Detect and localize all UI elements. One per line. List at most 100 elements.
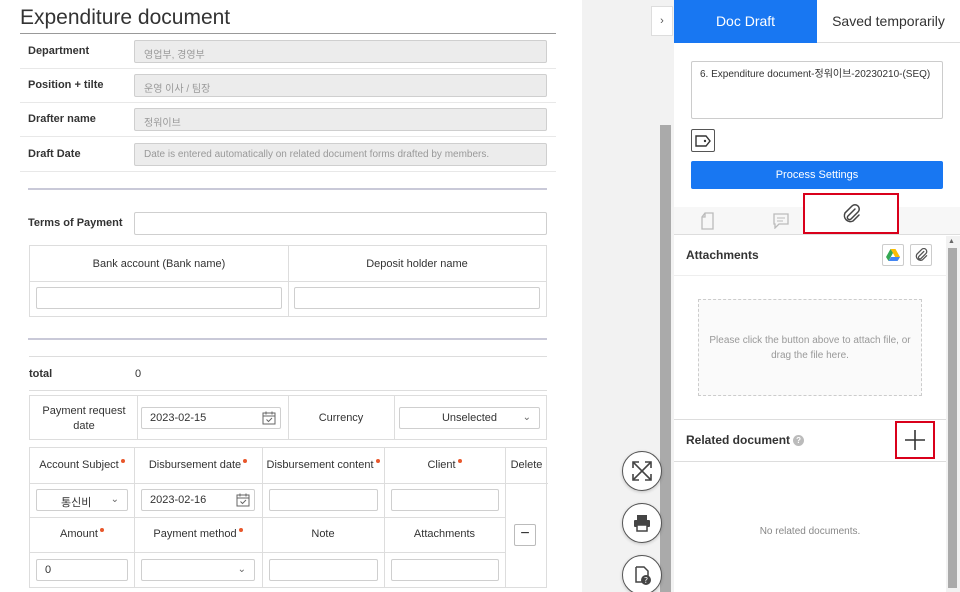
position-label: Position + tilte	[28, 79, 104, 91]
account-subject-header: Account Subject	[30, 448, 134, 483]
client-input[interactable]	[391, 489, 499, 511]
payment-request-date-input[interactable]: 2023-02-15	[141, 407, 281, 429]
total-top-line	[29, 356, 547, 357]
expand-button[interactable]	[622, 451, 662, 491]
payment-request-label: Payment request date	[42, 405, 126, 432]
disbursement-date-input[interactable]: 2023-02-16	[141, 489, 255, 511]
delete-row-button[interactable]: −	[514, 524, 536, 546]
calendar-icon[interactable]	[236, 493, 250, 507]
process-settings-button[interactable]: Process Settings	[691, 161, 943, 189]
attachments-header: Attachments	[413, 528, 476, 540]
title-divider	[20, 33, 556, 34]
cell-divider	[288, 396, 289, 439]
tab-saved-temporarily[interactable]: Saved temporarily	[817, 0, 960, 43]
deposit-holder-input[interactable]	[294, 287, 540, 309]
collapse-panel-button[interactable]: ›	[651, 6, 673, 36]
required-dot	[375, 459, 380, 463]
account-subject-select[interactable]: 통신비 ⌄	[36, 489, 128, 511]
section-divider-2	[28, 338, 547, 340]
document-title: Expenditure document	[20, 6, 231, 29]
required-dot	[243, 459, 248, 463]
google-drive-icon	[886, 249, 900, 261]
file-drop-zone[interactable]: Please click the button above to attach …	[698, 299, 922, 396]
payment-request-date-value: 2023-02-15	[150, 412, 207, 424]
disbursement-date-value: 2023-02-16	[150, 494, 207, 506]
bank-account-input[interactable]	[36, 287, 282, 309]
calendar-icon[interactable]	[262, 411, 276, 425]
bank-table: Bank account (Bank name) Deposit holder …	[29, 245, 547, 317]
note-input[interactable]	[269, 559, 378, 581]
deposit-holder-header: Deposit holder name	[288, 246, 546, 282]
disbursement-content-header: Disbursement content	[262, 448, 384, 483]
tag-icon	[695, 134, 711, 147]
row-line	[30, 483, 548, 484]
department-label: Department	[28, 45, 90, 57]
print-button[interactable]	[622, 503, 662, 543]
payment-method-select[interactable]: ⌄	[141, 559, 255, 581]
doc-help-icon: ?	[635, 566, 651, 585]
payment-method-header: Payment method	[134, 517, 262, 552]
drafter-field: 정워이브	[134, 108, 547, 131]
svg-text:?: ?	[644, 576, 648, 585]
drafter-label: Drafter name	[28, 113, 96, 125]
amount-header: Amount	[30, 517, 134, 552]
help-icon[interactable]: ?	[793, 435, 805, 447]
attachments-input[interactable]	[391, 559, 499, 581]
scroll-up-arrow[interactable]: ▲	[948, 238, 955, 245]
disbursement-content-input[interactable]	[269, 489, 378, 511]
drafter-row: Drafter name 정워이브	[20, 103, 556, 137]
required-dot	[120, 459, 125, 463]
tab-doc-draft[interactable]: Doc Draft	[674, 0, 817, 43]
plus-icon	[905, 430, 925, 450]
department-field: 영업부, 경영부	[134, 40, 547, 63]
attachments-divider	[674, 275, 946, 276]
terms-input[interactable]	[134, 212, 547, 235]
document-name-field[interactable]: 6. Expenditure document-정워이브-20230210-(S…	[691, 61, 943, 119]
account-subject-value: 통신비	[61, 497, 92, 509]
comment-icon	[773, 213, 789, 229]
total-bottom-line	[29, 390, 547, 391]
doc-help-button[interactable]: ?	[622, 555, 662, 592]
amount-input[interactable]: 0	[36, 559, 128, 581]
section-divider	[28, 188, 547, 190]
col-line	[505, 448, 506, 587]
no-related-documents: No related documents.	[759, 526, 861, 537]
tab-attachments[interactable]	[803, 193, 899, 234]
account-header-row: Account Subject Disbursement date Disbur…	[30, 448, 505, 483]
tag-button[interactable]	[691, 129, 715, 152]
expand-icon	[632, 461, 652, 481]
currency-select[interactable]: Unselected ⌄	[399, 407, 540, 429]
total-value: 0	[135, 368, 142, 380]
chevron-down-icon: ⌄	[522, 412, 531, 423]
disbursement-date-header: Disbursement date	[134, 448, 262, 483]
required-dot	[457, 459, 462, 463]
terms-row: Terms of Payment	[20, 207, 556, 241]
related-document-title: Related document?	[686, 433, 805, 447]
print-icon	[634, 515, 650, 532]
delete-header: Delete	[510, 459, 543, 471]
google-drive-button[interactable]	[882, 244, 904, 266]
paperclip-icon	[915, 248, 928, 261]
attach-file-button[interactable]	[910, 244, 932, 266]
position-row: Position + tilte 운영 이사 / 팀장	[20, 69, 556, 103]
account-table: Account Subject Disbursement date Disbur…	[29, 447, 548, 588]
panel-scrollbar[interactable]	[948, 248, 957, 588]
currency-value: Unselected	[441, 412, 498, 424]
draft-panel: Doc Draft Saved temporarily 6. Expenditu…	[674, 0, 960, 592]
payment-request-table: Payment request date 2023-02-15 Currency…	[29, 395, 547, 440]
row-line	[30, 552, 505, 553]
department-row: Department 영업부, 경영부	[20, 35, 556, 69]
draft-date-label: Draft Date	[28, 148, 81, 160]
required-dot	[238, 528, 243, 532]
cell-divider	[137, 396, 138, 439]
draft-date-row: Draft Date Date is entered automatically…	[20, 138, 556, 172]
terms-label: Terms of Payment	[28, 217, 123, 229]
add-related-document-button[interactable]	[895, 421, 935, 459]
required-dot	[99, 528, 104, 532]
bank-table-divider	[288, 246, 289, 316]
tab-approval[interactable]	[699, 210, 719, 232]
currency-label: Currency	[318, 412, 364, 424]
chevron-down-icon: ⌄	[110, 494, 119, 505]
tab-comments[interactable]	[771, 210, 791, 232]
document-form: Expenditure document Department 영업부, 경영부…	[0, 0, 582, 592]
